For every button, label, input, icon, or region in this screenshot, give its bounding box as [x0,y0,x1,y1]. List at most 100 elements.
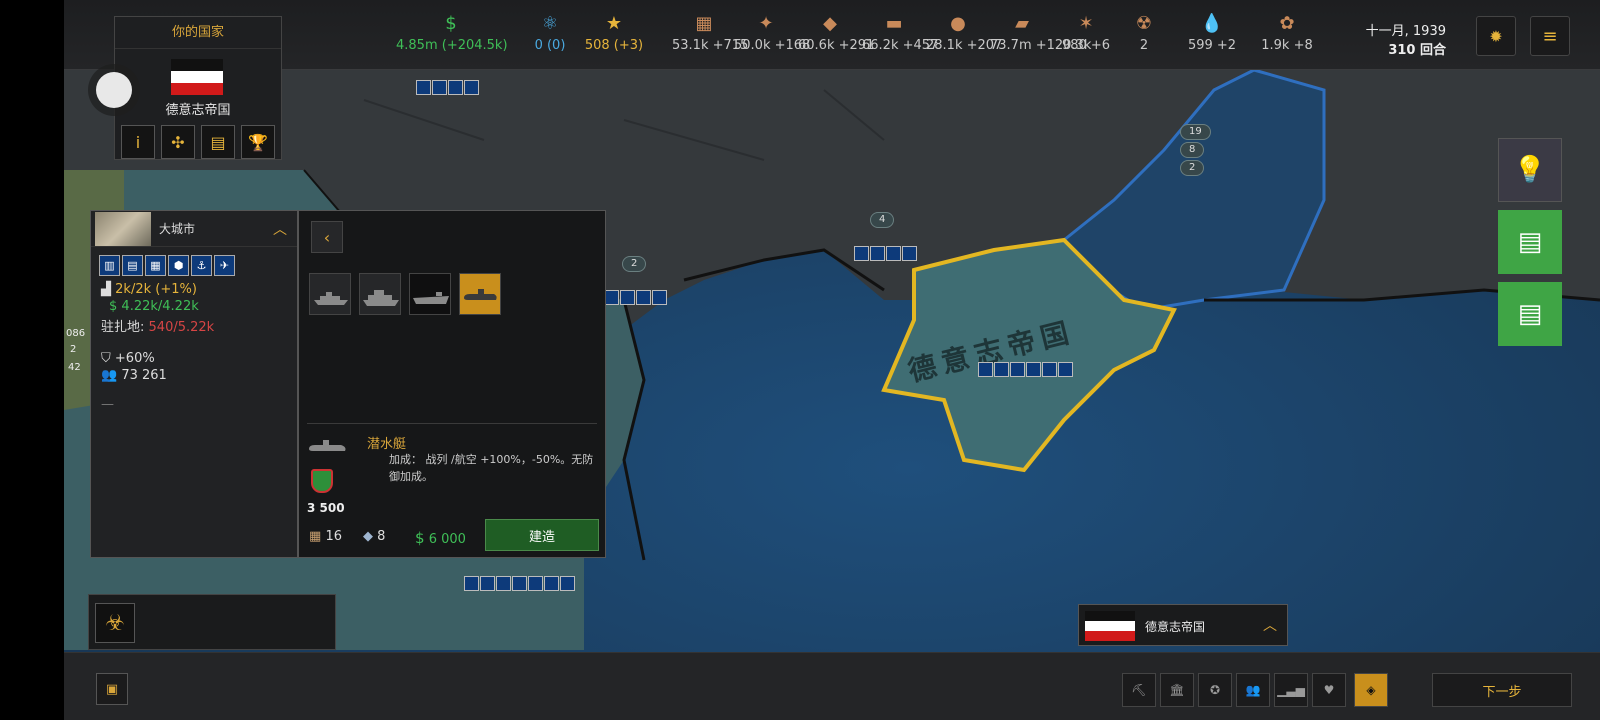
cost-money: $ 6 000 [415,529,466,547]
iron-icon: ◆ [363,529,373,544]
joystick-knob[interactable] [96,72,132,108]
flag-stripe [1085,631,1135,641]
resource-value: 66.2k +457 [862,38,939,53]
flag-stripe [1085,621,1135,631]
shield-icon: ⛉ [101,351,111,366]
country-info-button[interactable]: i [121,125,155,159]
tab-bank[interactable]: 🏛 [1160,673,1194,707]
date-text: 十一月, 1939 [1365,24,1446,39]
resource-value: 60.6k +291 [798,38,875,53]
resource-food[interactable]: ✿ 1.9k +8 [1252,14,1322,54]
resource-coal[interactable]: ● 28.1k +207 [926,14,1002,54]
build-button[interactable]: 建造 [485,519,599,551]
city-buildings-cluster[interactable] [854,246,917,261]
country-trophy-button[interactable]: 🏆 [241,125,275,159]
chevron-up-icon[interactable]: ︿ [1263,615,1277,635]
defense-row: ⛉ +60% [101,351,297,366]
unit-option-carrier[interactable] [409,273,451,315]
country-policy-button[interactable]: ▤ [201,125,235,159]
tab-people[interactable]: 👥 [1236,673,1270,707]
port-building-icon[interactable]: ⚓ [191,255,212,276]
army-count-4[interactable]: 4 [870,212,895,228]
resource-atom[interactable]: ⚛ 0 (0) [520,14,580,54]
report-button-2[interactable]: ▤ [1498,282,1562,346]
back-button[interactable]: ‹ [311,221,343,253]
chat-button[interactable]: ▣ [96,673,128,705]
country-panel-title: 你的国家 [115,17,281,49]
city-buildings-cluster[interactable] [604,290,667,305]
bank-building-icon[interactable]: ▥ [99,255,120,276]
factory-building-icon[interactable]: ▤ [122,255,143,276]
unit-option-submarine[interactable] [459,273,501,315]
biohazard-button[interactable]: ☣ [95,603,135,643]
cost-wood-value: 16 [325,529,342,544]
tab-chart[interactable]: ▁▃▅ [1274,673,1308,707]
city-buildings-cluster[interactable] [464,576,575,591]
resource-iron[interactable]: ◆ 60.6k +291 [798,14,875,54]
bug-icon: ✹ [1489,26,1503,46]
resource-wood[interactable]: ▦ 53.1k +715 [672,13,748,54]
wood-icon: ▦ [695,13,713,34]
heart-icon: ♥ [1323,683,1335,697]
fleet-count-19[interactable]: 19 [1180,124,1211,140]
barracks-building-icon[interactable]: ⬢ [168,255,189,276]
resource-star[interactable]: ★ 508 (+3) [584,14,644,54]
uranium-icon: ☢ [1135,13,1153,34]
resource-uranium[interactable]: ☢ 2 [1124,13,1164,54]
dollar-icon: $ [109,299,118,314]
selected-country-bar[interactable]: 德意志帝国 ︿ [1078,604,1288,646]
cost-money-value: 6 000 [428,532,466,547]
resource-gold[interactable]: ▬ 66.2k +457 [862,13,939,54]
diplomacy-icon: ✪ [1209,683,1221,697]
resource-dollar[interactable]: $4.85m (+204.5k) [396,14,508,54]
main-menu-button[interactable]: ≡ [1530,16,1570,56]
tab-heart[interactable]: ♥ [1312,673,1346,707]
bottom-toolbar: ▣ ⛏ 🏛 ✪ 👥 ▁▃▅ ♥ ◈ 下一步 [64,652,1600,720]
production-value: 2k/2k (+1%) [115,282,197,297]
chevron-left-icon: ‹ [323,227,331,247]
resource-value: 4.85m (+204.5k) [396,38,508,53]
turn-text: 310 回合 [1388,43,1446,58]
tab-diplomacy[interactable]: ✪ [1198,673,1232,707]
country-tech-button[interactable]: ✣ [161,125,195,159]
tab-pickaxe[interactable]: ⛏ [1122,673,1156,707]
fleet-count-2[interactable]: 2 [1180,160,1205,176]
unit-option-cruiser[interactable] [359,273,401,315]
city-buildings-cluster[interactable] [416,80,479,95]
unit-option-destroyer[interactable] [309,273,351,315]
resource-bar: $4.85m (+204.5k) ⚛ 0 (0) ★ 508 (+3) ▦ 53.1k +7… [64,0,1600,70]
city-panel-header[interactable]: 大城市 ︿ [91,211,297,247]
resource-stone[interactable]: ✦ 50.0k +168 [734,13,810,54]
tab-layers[interactable]: ◈ [1354,673,1388,707]
people-icon: 👥 [1245,683,1261,697]
collapse-icon[interactable]: ︿ [273,219,287,239]
city-name: 大城市 [159,222,196,236]
advisor-button[interactable]: 💡 [1498,138,1562,202]
flag-stripe [171,83,223,95]
airport-building-icon[interactable]: ✈ [214,255,235,276]
menu-icon: ≡ [1542,25,1558,47]
resource-rare[interactable]: ✶ 980 +6 [1054,14,1118,54]
chart-icon: ▁▃▅ [1277,683,1305,697]
resource-value: 0 (0) [534,38,566,53]
ammo-icon: ▰ [1015,13,1029,34]
bug-report-button[interactable]: ✹ [1476,16,1516,56]
cost-iron: ◆ 8 [363,529,385,544]
report-button[interactable]: ▤ [1498,210,1562,274]
country-flag[interactable] [171,59,223,95]
resource-value: 980 +6 [1061,38,1111,53]
info-icon: i [135,132,141,152]
unit-hp: 3 500 [307,501,345,515]
stone-icon: ✦ [758,13,774,34]
city-buildings-cluster[interactable] [978,362,1073,377]
gold-icon: ▬ [885,13,903,34]
country-panel: 你的国家 德意志帝国 i ✣ ▤ 🏆 [114,16,282,160]
resource-oil[interactable]: 💧 599 +2 [1182,14,1242,54]
cost-iron-value: 8 [377,529,386,544]
housing-building-icon[interactable]: ▦ [145,255,166,276]
resource-ammo[interactable]: ▰ 73.7m +120.3k [990,13,1091,54]
fleet-count-8[interactable]: 8 [1180,142,1205,158]
next-turn-button[interactable]: 下一步 [1432,673,1572,707]
resource-value: 2 [1139,38,1149,53]
army-count-2[interactable]: 2 [622,256,647,272]
